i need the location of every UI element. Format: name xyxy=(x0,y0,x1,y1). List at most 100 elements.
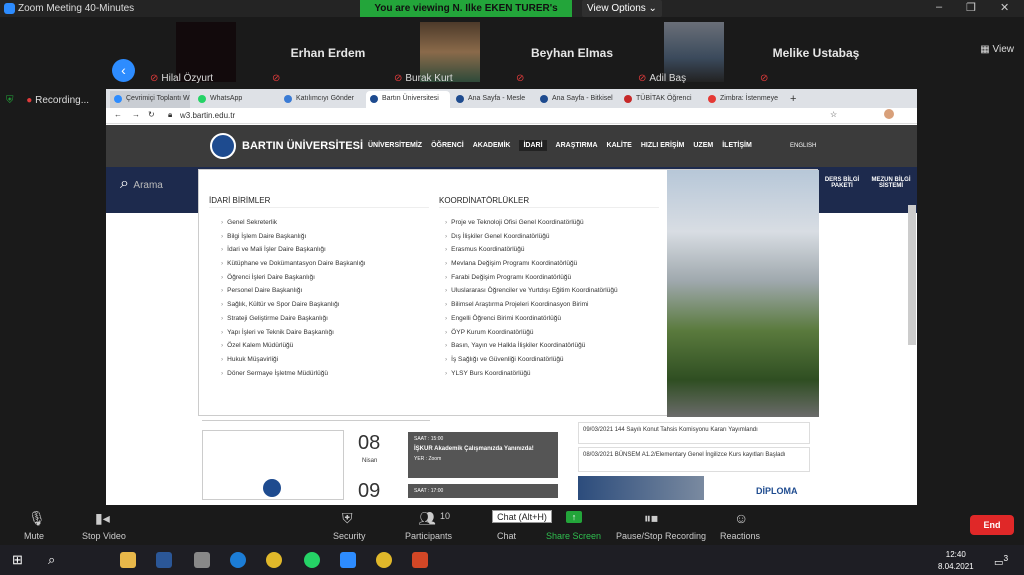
microphone-icon[interactable]: 🎙︎ xyxy=(28,510,46,527)
menu-item[interactable]: UZEM xyxy=(693,142,713,151)
browser-tab[interactable]: Ana Sayfa - Mesle xyxy=(452,91,534,108)
view-button[interactable]: ▦ View xyxy=(980,44,1014,55)
share-screen-button[interactable]: Share Screen xyxy=(546,531,601,541)
menu-link[interactable]: Erasmus Koordinatörlüğü xyxy=(445,246,659,260)
news-item[interactable]: 09/03/2021 144 Sayılı Konut Tahsis Komis… xyxy=(578,422,810,444)
menu-link[interactable]: Sağlık, Kültür ve Spor Daire Başkanlığı xyxy=(221,301,429,315)
pause-stop-recording-button[interactable]: Pause/Stop Recording xyxy=(616,531,706,541)
menu-link[interactable]: ÖYP Kurum Koordinatörlüğü xyxy=(445,329,659,343)
menu-link[interactable]: Strateji Geliştirme Daire Başkanlığı xyxy=(221,315,429,329)
search-link[interactable]: ⌕ Arama xyxy=(120,175,163,193)
windows-start-icon[interactable]: ⊞ xyxy=(12,552,23,568)
menu-link[interactable]: Basın, Yayın ve Halkla İlişkiler Koordin… xyxy=(445,342,659,356)
university-logo[interactable] xyxy=(210,133,236,159)
browser-tab[interactable]: WhatsApp xyxy=(194,91,278,108)
menu-link[interactable]: Genel Sekreterlik xyxy=(221,219,429,233)
browser-tab[interactable]: Katılımcıyı Gönder xyxy=(280,91,364,108)
participants-button[interactable]: Participants xyxy=(405,531,452,541)
system-clock[interactable]: 12:40 8.04.2021 xyxy=(938,549,974,573)
menu-link[interactable]: İdari ve Mali İşler Daire Başkanlığı xyxy=(221,246,429,260)
event-card[interactable]: SAAT : 17:00 xyxy=(408,484,558,498)
notifications-icon[interactable]: ▭3 xyxy=(994,553,1008,568)
gallery-prev-button[interactable]: ‹ xyxy=(112,59,135,82)
menu-link[interactable]: YLSY Burs Koordinatörlüğü xyxy=(445,370,659,384)
menu-link[interactable]: Döner Sermaye İşletme Müdürlüğü xyxy=(221,370,429,384)
participants-icon[interactable]: 👥︎ xyxy=(418,510,436,527)
security-button[interactable]: Security xyxy=(333,531,366,541)
alumni-link[interactable]: MEZUN BİLGİ SİSTEMİ xyxy=(871,177,911,189)
menu-link[interactable]: Kütüphane ve Dokümantasyon Daire Başkanl… xyxy=(221,260,429,274)
star-icon[interactable]: ☆ xyxy=(830,110,837,119)
participant-tile[interactable]: Melike Ustabaş ⊘ xyxy=(756,20,876,86)
maximize-button[interactable]: ❐ xyxy=(966,1,976,14)
scrollbar[interactable] xyxy=(908,205,916,345)
edge-icon[interactable] xyxy=(230,552,246,568)
menu-link[interactable]: Farabi Değişim Programı Koordinatörlüğü xyxy=(445,274,659,288)
menu-item-active[interactable]: İDARİ xyxy=(519,140,547,151)
menu-link[interactable]: Özel Kalem Müdürlüğü xyxy=(221,342,429,356)
security-shield-icon[interactable]: ⛨ xyxy=(342,510,353,527)
zoom-icon[interactable] xyxy=(340,552,356,568)
reactions-icon[interactable]: ☺ xyxy=(734,510,748,526)
menu-link[interactable]: Öğrenci İşleri Daire Başkanlığı xyxy=(221,274,429,288)
minimize-button[interactable]: – xyxy=(936,1,942,13)
menu-link[interactable]: Engelli Öğrenci Birimi Koordinatörlüğü xyxy=(445,315,659,329)
menu-item[interactable]: AKADEMİK xyxy=(473,142,511,151)
menu-link[interactable]: Bilimsel Araştırma Projeleri Koordinasyo… xyxy=(445,301,659,315)
menu-link[interactable]: Uluslararası Öğrenciler ve Yurtdışı Eğit… xyxy=(445,287,659,301)
view-options-button[interactable]: View Options ⌄ xyxy=(582,0,662,17)
menu-item[interactable]: HIZLI ERİŞİM xyxy=(641,142,685,151)
share-screen-icon[interactable]: ↑ xyxy=(566,511,582,523)
chrome-icon[interactable] xyxy=(376,552,392,568)
course-info-link[interactable]: DERS BİLGİ PAKETİ xyxy=(823,177,861,189)
menu-item[interactable]: ÜNİVERSİTEMİZ xyxy=(368,142,422,151)
search-icon[interactable]: ⌕ xyxy=(48,552,55,568)
menu-item[interactable]: İLETİŞİM xyxy=(722,142,752,151)
browser-tab[interactable]: Zimbra: İstenmeye xyxy=(704,91,786,108)
reload-icon[interactable]: ↻ xyxy=(148,110,155,119)
participant-tile[interactable]: ⊘ Burak Kurt xyxy=(390,20,510,86)
participant-tile[interactable]: ⊘ Adil Baş xyxy=(634,20,754,86)
forward-arrow-icon[interactable]: → xyxy=(132,110,140,119)
menu-link[interactable]: Mevlana Değişim Programı Koordinatörlüğü xyxy=(445,260,659,274)
chat-button[interactable]: Chat xyxy=(497,531,516,541)
menu-link[interactable]: Proje ve Teknoloji Ofisi Genel Koordinat… xyxy=(445,219,659,233)
whatsapp-icon[interactable] xyxy=(304,552,320,568)
powerpoint-icon[interactable] xyxy=(412,552,428,568)
event-card[interactable]: SAAT : 15:00 İŞKUR Akademik Çalışmanızda… xyxy=(408,432,558,478)
menu-link[interactable]: Bilgi İşlem Daire Başkanlığı xyxy=(221,233,429,247)
browser-tab-active[interactable]: Bartın Üniversitesi xyxy=(366,91,450,108)
menu-item[interactable]: KALİTE xyxy=(607,142,632,151)
participant-tile[interactable]: Erhan Erdem ⊘ xyxy=(268,20,388,86)
menu-item[interactable]: ARAŞTIRMA xyxy=(556,142,598,151)
participant-tile[interactable]: Beyhan Elmas ⊘ xyxy=(512,20,632,86)
browser-tab[interactable]: Ana Sayfa - Bitkisel xyxy=(536,91,618,108)
video-camera-icon[interactable]: ▮◂ xyxy=(95,510,110,527)
close-button[interactable]: ✕ xyxy=(1000,1,1009,14)
url-field[interactable]: w3.bartin.edu.tr xyxy=(180,111,235,120)
back-arrow-icon[interactable]: ← xyxy=(114,110,122,119)
end-meeting-button[interactable]: End xyxy=(970,515,1014,535)
menu-link[interactable]: Hukuk Müşavirliği xyxy=(221,356,429,370)
chrome-icon[interactable] xyxy=(266,552,282,568)
menu-link[interactable]: Dış İlişkiler Genel Koordinatörlüğü xyxy=(445,233,659,247)
word-icon[interactable] xyxy=(156,552,172,568)
menu-link[interactable]: Yapı İşleri ve Teknik Daire Başkanlığı xyxy=(221,329,429,343)
menu-item[interactable]: ÖĞRENCİ xyxy=(431,142,464,151)
mute-button[interactable]: Mute xyxy=(24,531,44,541)
browser-tab[interactable]: TÜBİTAK Öğrenci xyxy=(620,91,702,108)
stop-video-button[interactable]: Stop Video xyxy=(82,531,126,541)
file-explorer-icon[interactable] xyxy=(120,552,136,568)
participant-tile[interactable]: ⊘ Hilal Özyurt xyxy=(146,20,266,86)
menu-link[interactable]: Personel Daire Başkanlığı xyxy=(221,287,429,301)
pause-stop-icon[interactable]: ⏸⏹ xyxy=(644,510,658,527)
new-tab-button[interactable]: + xyxy=(786,91,802,108)
site-brand[interactable]: BARTIN ÜNİVERSİTESİ xyxy=(242,140,363,152)
avatar[interactable] xyxy=(884,109,894,119)
browser-tab[interactable]: Çevrimiçi Toplantı W xyxy=(110,91,190,108)
reactions-button[interactable]: Reactions xyxy=(720,531,760,541)
news-item[interactable]: 08/03/2021 BÜNSEM A1.2/Elementary Genel … xyxy=(578,447,810,472)
menu-link[interactable]: İş Sağlığı ve Güvenliği Koordinatörlüğü xyxy=(445,356,659,370)
diploma-link[interactable]: DİPLOMA xyxy=(756,486,798,496)
calculator-icon[interactable] xyxy=(194,552,210,568)
